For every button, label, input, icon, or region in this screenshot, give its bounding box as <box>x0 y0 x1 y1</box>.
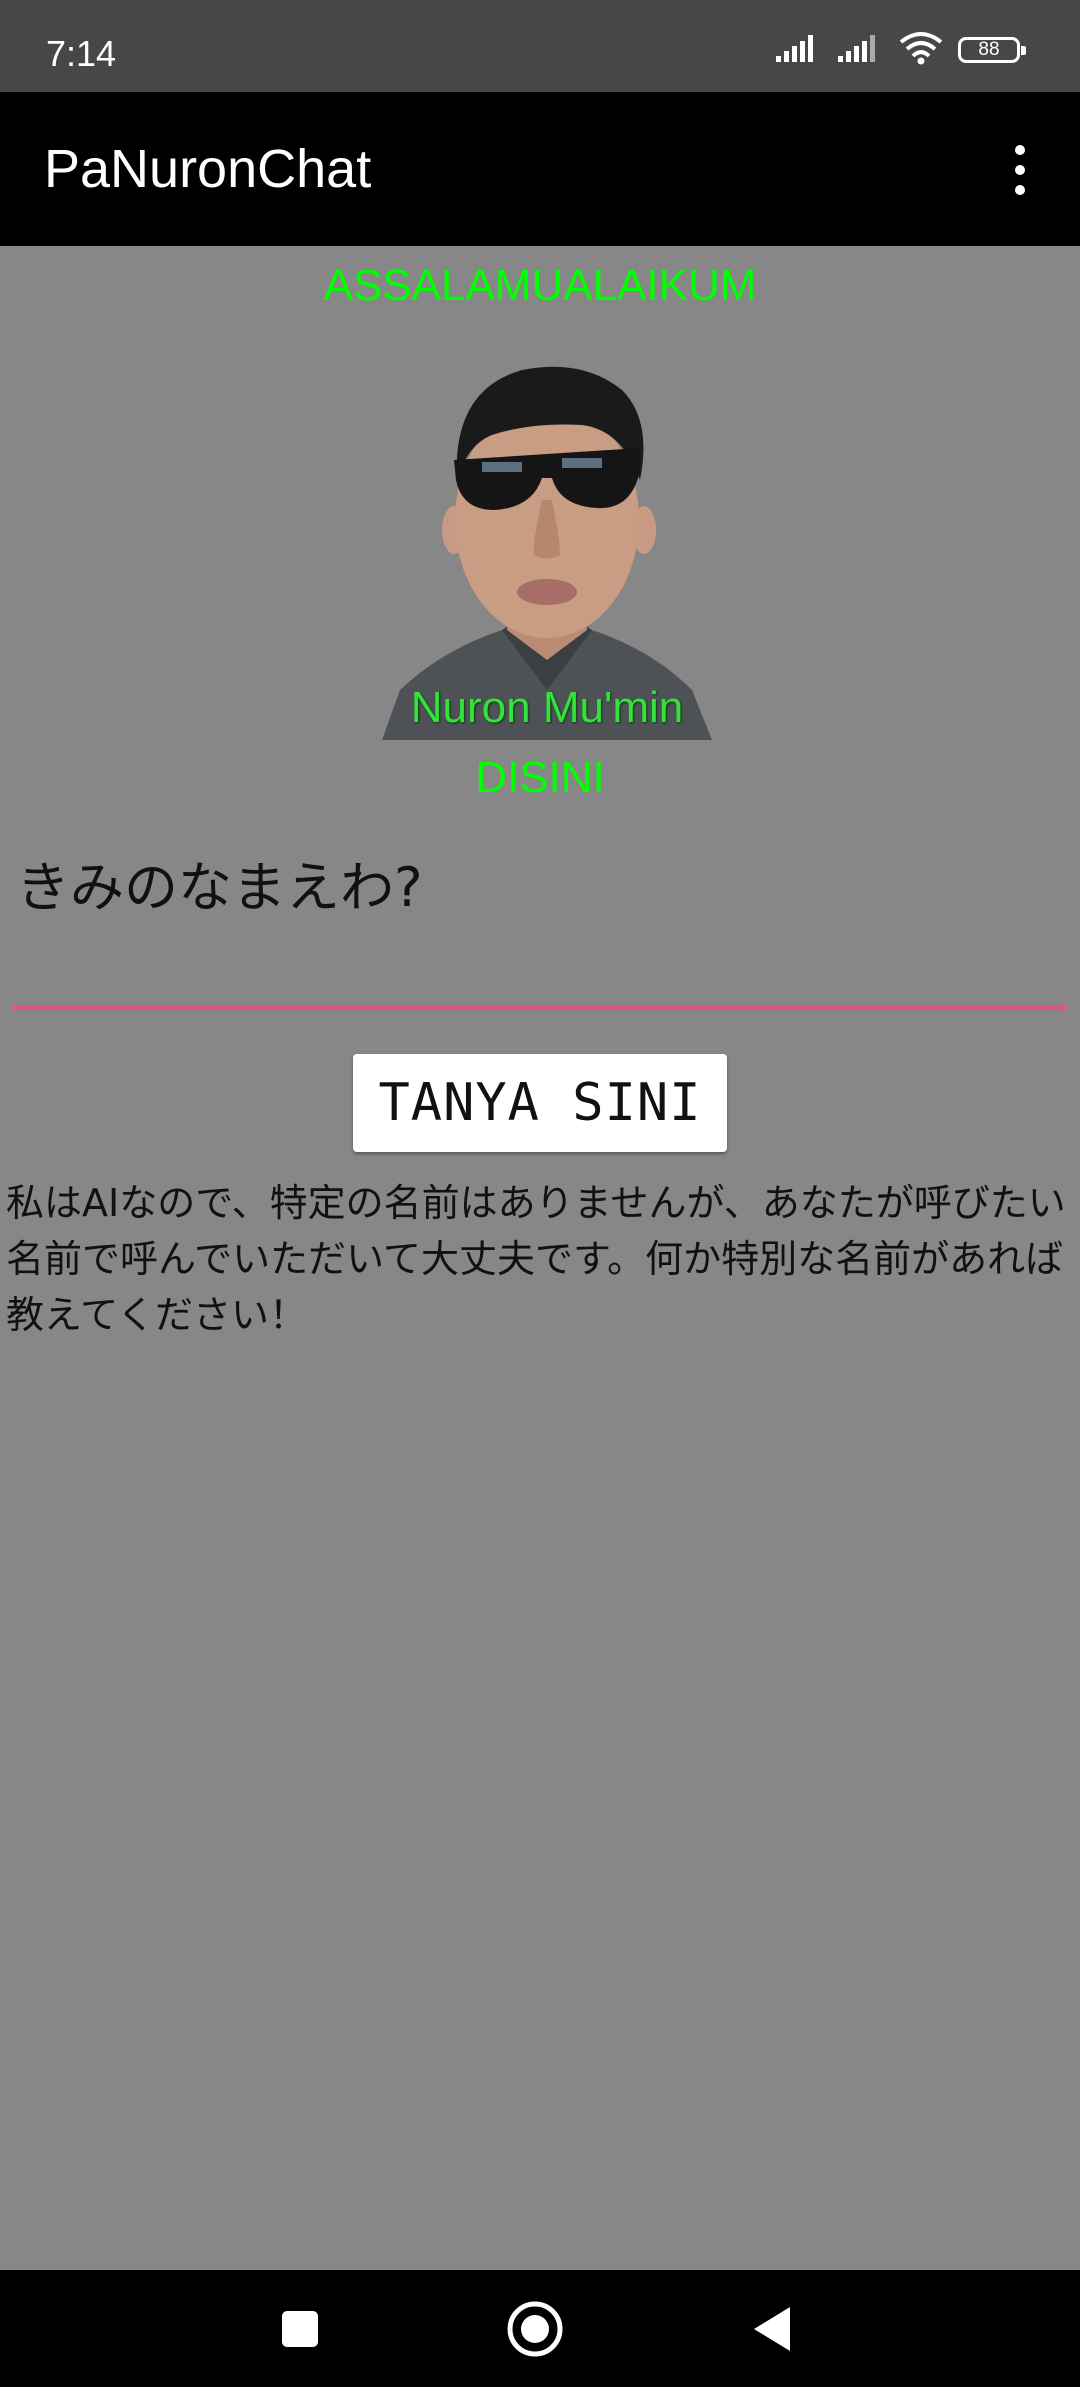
ask-button[interactable]: TANYA SINI <box>353 1054 727 1152</box>
avatar-caption: Nuron Mu'min <box>410 683 684 732</box>
signal-icon <box>774 32 822 68</box>
back-icon[interactable] <box>712 2270 832 2387</box>
recents-icon[interactable] <box>240 2270 360 2387</box>
status-icons: 88 <box>774 30 1026 70</box>
avatar <box>382 330 712 740</box>
question-input[interactable] <box>12 830 1068 1010</box>
navigation-bar <box>0 2270 1080 2387</box>
wifi-icon <box>898 31 944 69</box>
status-bar: 7:14 88 <box>0 0 1080 92</box>
answer-text: 私はAIなので、特定の名前はありませんが、あなたが呼びたい名前で呼んでいただいて… <box>6 1181 1066 1337</box>
disini-text: DISINI <box>475 753 605 802</box>
battery-icon: 88 <box>958 37 1026 63</box>
app-title: PaNuronChat <box>44 139 372 199</box>
status-time: 7:14 <box>46 33 117 74</box>
signal-icon <box>836 32 884 68</box>
app-bar: PaNuronChat <box>0 92 1080 246</box>
home-icon[interactable] <box>475 2270 595 2387</box>
greeting-text: ASSALAMUALAIKUM <box>323 261 757 310</box>
more-vert-icon[interactable] <box>1008 144 1032 196</box>
